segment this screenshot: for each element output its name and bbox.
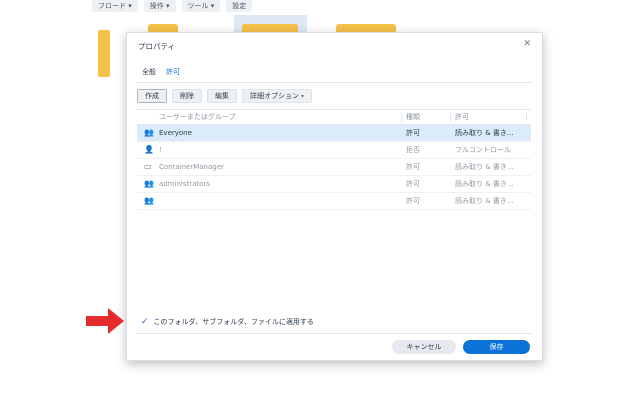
bg-toolbar-button[interactable]: 設定 <box>226 0 253 12</box>
divider <box>137 82 532 83</box>
row-type: 許可 <box>406 129 420 137</box>
divider <box>450 112 451 122</box>
group-icon: 👥 <box>144 196 154 205</box>
red-arrow-annotation <box>86 308 124 334</box>
row-permission: 読み取り & 書き... <box>455 129 514 137</box>
cancel-button[interactable]: キャンセル <box>392 340 456 354</box>
row-type: 許可 <box>406 197 420 205</box>
table-row[interactable]: 👥 administrators 許可 読み取り & 書き... <box>137 176 531 193</box>
folder-icon[interactable] <box>98 30 110 77</box>
properties-dialog: プロパティ ✕ 全般 許可 作成 削除 編集 詳細オプション ▾ ユーザーまたはグ… <box>126 32 543 361</box>
group-icon: 👥 <box>144 179 154 188</box>
row-user <box>159 193 399 209</box>
apply-to-subfolders-option[interactable]: ✓ このフォルダ、サブフォルダ、ファイルに適用する <box>141 317 314 327</box>
divider <box>401 112 402 122</box>
chevron-down-icon: ▾ <box>301 93 305 100</box>
close-icon[interactable]: ✕ <box>523 39 531 49</box>
apply-to-subfolders-label: このフォルダ、サブフォルダ、ファイルに適用する <box>153 318 314 326</box>
table-header: ユーザーまたはグループ 種類 許可 ⋮ <box>137 109 531 125</box>
permission-toolbar: 作成 削除 編集 詳細オプション ▾ <box>137 89 313 103</box>
row-user: administrators <box>159 180 210 188</box>
edit-button[interactable]: 編集 <box>207 89 237 103</box>
tab-permission[interactable]: 許可 <box>166 67 180 77</box>
row-permission: 読み取り & 書き... <box>455 180 514 188</box>
dialog-title: プロパティ <box>138 42 176 51</box>
table-row[interactable]: 👤 ! 拒否 フルコントロール <box>137 142 531 159</box>
column-header-user[interactable]: ユーザーまたはグループ <box>159 110 399 124</box>
row-type: 許可 <box>406 163 420 171</box>
table-row[interactable]: 👥 許可 読み取り & 書き... <box>137 193 531 210</box>
bg-toolbar-button[interactable]: ツール ▾ <box>181 0 221 12</box>
bg-toolbar-button[interactable]: 操作 ▾ <box>143 0 176 12</box>
tab-general[interactable]: 全般 <box>142 67 156 77</box>
user-icon: 👤 <box>144 145 154 154</box>
app-icon: ▭ <box>144 162 152 171</box>
bg-toolbar-button[interactable]: フロード ▾ <box>92 0 138 12</box>
save-button[interactable]: 保存 <box>463 340 530 354</box>
column-header-type[interactable]: 種類 <box>406 110 450 124</box>
row-type: 拒否 <box>406 146 420 154</box>
row-user: Everyone <box>159 129 192 137</box>
delete-button[interactable]: 削除 <box>172 89 202 103</box>
row-type: 許可 <box>406 180 420 188</box>
divider <box>137 333 532 334</box>
advanced-options-button[interactable]: 詳細オプション ▾ <box>242 89 313 103</box>
row-user: ContainerManager <box>159 163 224 171</box>
create-button[interactable]: 作成 <box>137 89 167 103</box>
advanced-options-label: 詳細オプション <box>250 92 299 100</box>
table-row[interactable]: ▭ ContainerManager 許可 読み取り & 書き... <box>137 159 531 176</box>
row-user: ! <box>159 146 162 154</box>
checkmark-icon[interactable]: ✓ <box>141 317 149 327</box>
column-header-permission[interactable]: 許可 <box>455 110 525 124</box>
tab-bar: 全般 許可 <box>142 67 180 77</box>
table-row[interactable]: 👥 Everyone 許可 読み取り & 書き... <box>137 125 531 142</box>
permission-table: ユーザーまたはグループ 種類 許可 ⋮ 👥 Everyone 許可 読み取り &… <box>137 109 531 210</box>
dialog-footer: キャンセル 保存 <box>392 340 530 354</box>
column-menu-icon[interactable]: ⋮ <box>523 110 531 124</box>
row-permission: フルコントロール <box>455 146 511 154</box>
row-permission: 読み取り & 書き... <box>455 163 514 171</box>
group-icon: 👥 <box>144 128 154 137</box>
row-permission: 読み取り & 書き... <box>455 197 514 205</box>
file-station-toolbar: フロード ▾ 操作 ▾ ツール ▾ 設定 <box>92 0 253 12</box>
